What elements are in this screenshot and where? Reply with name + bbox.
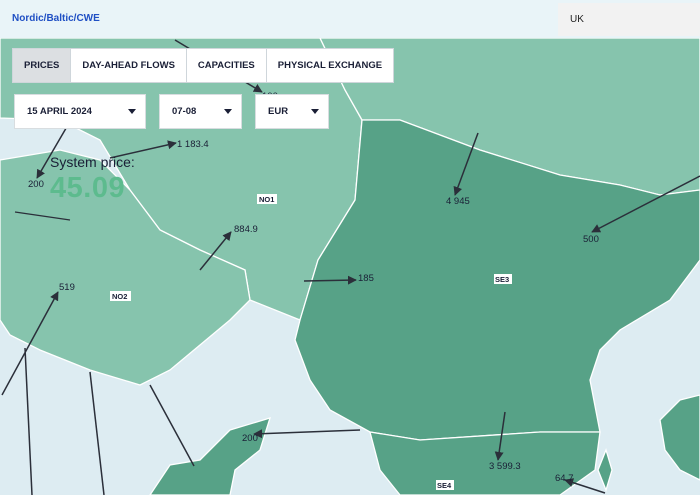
market-selector[interactable]: UK xyxy=(558,3,700,36)
flow-value: 3 599.3 xyxy=(489,461,521,472)
flow-value: 64.7 xyxy=(555,473,574,484)
hour-dropdown[interactable]: 07-08 xyxy=(159,94,242,129)
chevron-down-icon xyxy=(128,109,136,114)
area-label-no2: NO2 xyxy=(112,292,127,301)
area-label-se3: SE3 xyxy=(495,275,509,284)
system-price-value: 45.09 xyxy=(50,172,126,204)
currency-value: EUR xyxy=(268,106,289,117)
tab-capacities[interactable]: CAPACITIES xyxy=(186,49,267,82)
tab-prices[interactable]: PRICES xyxy=(13,49,72,82)
market-label: UK xyxy=(570,14,584,25)
area-se4[interactable] xyxy=(369,431,601,495)
chevron-down-icon xyxy=(311,109,319,114)
region-link[interactable]: Nordic/Baltic/CWE xyxy=(12,13,100,24)
flow-value: 500 xyxy=(583,234,599,245)
flow-value: 1 183.4 xyxy=(177,139,209,150)
date-dropdown[interactable]: 15 APRIL 2024 xyxy=(14,94,146,129)
flow-value: 200 xyxy=(242,433,258,444)
system-price-label: System price: xyxy=(50,154,135,170)
flow-arrow-185 xyxy=(303,275,357,285)
hour-value: 07-08 xyxy=(172,106,197,117)
view-tabs: PRICES DAY-AHEAD FLOWS CAPACITIES PHYSIC… xyxy=(12,48,395,83)
flow-value: 200 xyxy=(28,179,44,190)
chevron-down-icon xyxy=(224,109,232,114)
date-value: 15 APRIL 2024 xyxy=(27,106,92,117)
flow-value: 519 xyxy=(59,282,75,293)
area-label-no1: NO1 xyxy=(259,195,274,204)
area-label-se4: SE4 xyxy=(437,481,452,490)
top-bar: Nordic/Baltic/CWE UK xyxy=(0,0,700,38)
tab-day-ahead-flows[interactable]: DAY-AHEAD FLOWS xyxy=(71,49,187,82)
flow-value: 884.9 xyxy=(234,224,258,235)
flow-value: 4 945 xyxy=(446,196,470,207)
currency-dropdown[interactable]: EUR xyxy=(255,94,329,129)
tab-physical-exchange[interactable]: PHYSICAL EXCHANGE xyxy=(266,49,394,82)
flow-value: 185 xyxy=(358,273,374,284)
